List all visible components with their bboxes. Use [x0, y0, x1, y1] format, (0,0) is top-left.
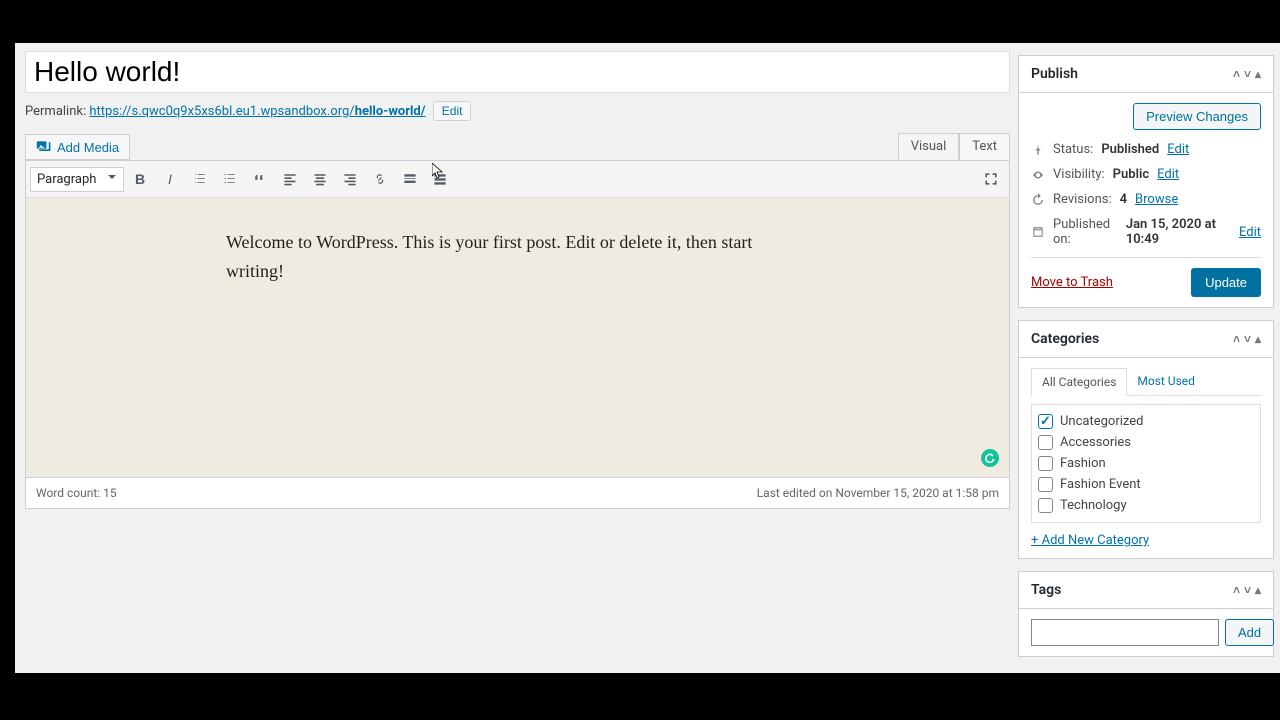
category-item: Uncategorized	[1038, 411, 1254, 432]
category-checkbox[interactable]	[1038, 498, 1053, 513]
align-left-button[interactable]	[276, 165, 304, 193]
permalink-edit-button[interactable]: Edit	[433, 101, 472, 121]
category-item: Accessories	[1038, 432, 1254, 453]
category-checkbox[interactable]	[1038, 414, 1053, 429]
pin-icon	[1031, 143, 1045, 157]
categories-heading: Categories	[1031, 331, 1099, 347]
category-label: Technology	[1060, 498, 1127, 513]
toolbar-toggle-button[interactable]	[426, 165, 454, 193]
italic-button[interactable]: I	[156, 165, 184, 193]
edit-published-link[interactable]: Edit	[1239, 225, 1261, 240]
tab-all-categories[interactable]: All Categories	[1031, 368, 1127, 396]
format-select[interactable]: Paragraph	[30, 167, 124, 192]
align-right-button[interactable]	[336, 165, 364, 193]
panel-up-icon[interactable]: ˄	[1233, 332, 1240, 346]
update-button[interactable]: Update	[1191, 268, 1261, 297]
editor-mode-tabs: Visual Text	[898, 133, 1010, 160]
panel-toggle-icon[interactable]: ▴	[1255, 583, 1261, 597]
editor-toolbar: Paragraph B I	[25, 160, 1010, 198]
permalink-label: Permalink:	[25, 104, 89, 119]
panel-down-icon[interactable]: ˅	[1244, 67, 1251, 81]
editor-content[interactable]: Welcome to WordPress. This is your first…	[25, 198, 1010, 478]
category-checkbox[interactable]	[1038, 456, 1053, 471]
bold-button[interactable]: B	[126, 165, 154, 193]
word-count: Word count: 15	[36, 486, 117, 500]
permalink-url[interactable]: https://s.qwc0q9x5xs6bl.eu1.wpsandbox.or…	[89, 104, 425, 119]
revisions-icon	[1031, 193, 1045, 207]
post-title-input[interactable]	[25, 51, 1010, 93]
browse-revisions-link[interactable]: Browse	[1135, 192, 1178, 207]
tags-panel: Tags ˄ ˅ ▴ Add	[1018, 571, 1274, 657]
media-icon	[36, 139, 52, 155]
category-item: Technology	[1038, 495, 1254, 516]
panel-toggle-icon[interactable]: ▴	[1255, 332, 1261, 346]
category-label: Fashion	[1060, 456, 1106, 471]
numbered-list-button[interactable]	[216, 165, 244, 193]
category-label: Fashion Event	[1060, 477, 1141, 492]
category-list: Uncategorized Accessories Fashion Fashion E…	[1031, 404, 1261, 523]
publish-heading: Publish	[1031, 66, 1078, 82]
edit-visibility-link[interactable]: Edit	[1157, 167, 1179, 182]
last-edited: Last edited on November 15, 2020 at 1:58…	[757, 486, 999, 500]
panel-down-icon[interactable]: ˅	[1244, 332, 1251, 346]
permalink-row: Permalink: https://s.qwc0q9x5xs6bl.eu1.w…	[25, 101, 1010, 121]
add-new-category-link[interactable]: + Add New Category	[1031, 533, 1149, 548]
tags-heading: Tags	[1031, 582, 1061, 598]
read-more-button[interactable]	[396, 165, 424, 193]
link-button[interactable]	[366, 165, 394, 193]
add-media-button[interactable]: Add Media	[25, 134, 130, 160]
category-label: Accessories	[1060, 435, 1131, 450]
category-item: Fashion Event	[1038, 474, 1254, 495]
tab-text[interactable]: Text	[959, 133, 1010, 160]
quote-button[interactable]	[246, 165, 274, 193]
add-tag-button[interactable]: Add	[1225, 619, 1274, 646]
panel-toggle-icon[interactable]: ▴	[1255, 67, 1261, 81]
tab-most-used[interactable]: Most Used	[1127, 368, 1205, 395]
post-content-text: Welcome to WordPress. This is your first…	[226, 232, 752, 281]
bullet-list-button[interactable]	[186, 165, 214, 193]
category-checkbox[interactable]	[1038, 477, 1053, 492]
panel-up-icon[interactable]: ˄	[1233, 67, 1240, 81]
category-item: Fashion	[1038, 453, 1254, 474]
editor-footer: Word count: 15 Last edited on November 1…	[25, 478, 1010, 509]
align-center-button[interactable]	[306, 165, 334, 193]
publish-panel: Publish ˄ ˅ ▴ Preview Changes Status: Pu…	[1018, 55, 1274, 308]
category-checkbox[interactable]	[1038, 435, 1053, 450]
category-label: Uncategorized	[1060, 414, 1143, 429]
panel-up-icon[interactable]: ˄	[1233, 583, 1240, 597]
calendar-icon	[1031, 225, 1045, 239]
fullscreen-button[interactable]	[977, 165, 1005, 193]
move-to-trash-link[interactable]: Move to Trash	[1031, 275, 1113, 290]
visibility-icon	[1031, 168, 1045, 182]
tags-input[interactable]	[1031, 619, 1219, 646]
preview-changes-button[interactable]: Preview Changes	[1133, 103, 1261, 130]
tab-visual[interactable]: Visual	[898, 133, 960, 160]
edit-status-link[interactable]: Edit	[1167, 142, 1189, 157]
panel-down-icon[interactable]: ˅	[1244, 583, 1251, 597]
grammarly-icon[interactable]	[981, 449, 999, 467]
categories-panel: Categories ˄ ˅ ▴ All Categories Most Use…	[1018, 320, 1274, 559]
